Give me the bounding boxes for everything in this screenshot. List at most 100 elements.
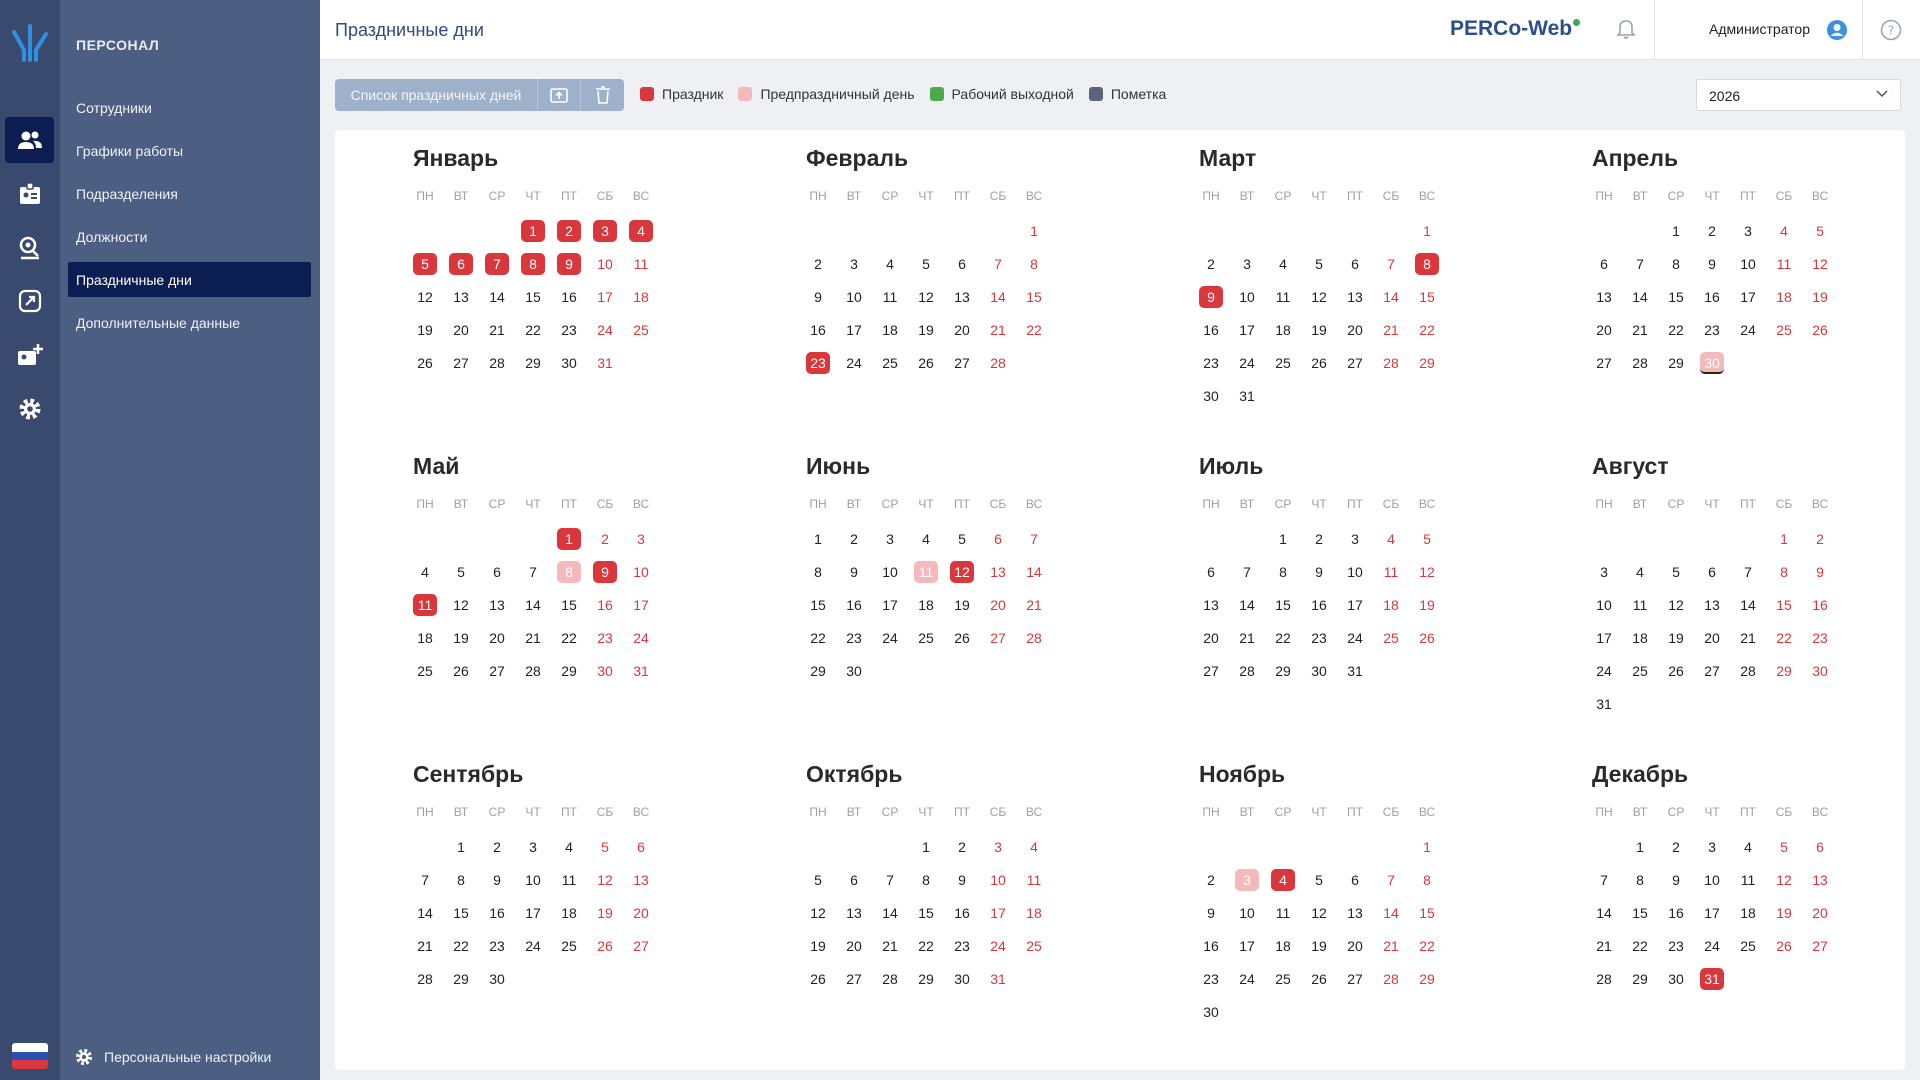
calendar-day[interactable]: 23	[1199, 968, 1223, 990]
calendar-day[interactable]: 31	[1235, 385, 1259, 407]
calendar-day[interactable]: 30	[485, 968, 509, 990]
calendar-day[interactable]: 7	[1022, 528, 1046, 550]
calendar-day[interactable]: 6	[629, 836, 653, 858]
calendar-day[interactable]: 25	[1379, 627, 1403, 649]
export-button[interactable]	[538, 79, 581, 111]
calendar-day[interactable]: 9	[1199, 902, 1223, 924]
calendar-day[interactable]: 17	[878, 594, 902, 616]
calendar-day[interactable]: 29	[806, 660, 830, 682]
calendar-day[interactable]: 16	[1700, 286, 1724, 308]
calendar-day[interactable]: 6	[1700, 561, 1724, 583]
year-select[interactable]: 2026	[1696, 79, 1901, 111]
calendar-day[interactable]: 17	[1592, 627, 1616, 649]
calendar-day[interactable]: 15	[914, 902, 938, 924]
calendar-day[interactable]: 19	[806, 935, 830, 957]
calendar-day[interactable]: 22	[1628, 935, 1652, 957]
calendar-day[interactable]: 24	[878, 627, 902, 649]
calendar-day[interactable]: 21	[485, 319, 509, 341]
calendar-day[interactable]: 14	[878, 902, 902, 924]
calendar-day[interactable]: 23	[1808, 627, 1832, 649]
calendar-day[interactable]: 28	[1022, 627, 1046, 649]
calendar-day[interactable]: 20	[485, 627, 509, 649]
calendar-day[interactable]: 14	[1235, 594, 1259, 616]
calendar-day[interactable]: 23	[806, 352, 830, 374]
calendar-day[interactable]: 19	[413, 319, 437, 341]
calendar-day[interactable]: 24	[593, 319, 617, 341]
rail-links[interactable]	[5, 278, 54, 324]
calendar-day[interactable]: 3	[521, 836, 545, 858]
calendar-day[interactable]: 11	[1628, 594, 1652, 616]
calendar-day[interactable]: 20	[449, 319, 473, 341]
calendar-day[interactable]: 12	[1664, 594, 1688, 616]
calendar-day[interactable]: 6	[1592, 253, 1616, 275]
calendar-day[interactable]: 6	[449, 253, 473, 275]
calendar-day[interactable]: 29	[914, 968, 938, 990]
calendar-day[interactable]: 7	[878, 869, 902, 891]
calendar-day[interactable]: 27	[629, 935, 653, 957]
calendar-day[interactable]: 28	[878, 968, 902, 990]
calendar-day[interactable]: 18	[878, 319, 902, 341]
help-icon[interactable]: ?	[1880, 19, 1902, 41]
calendar-day[interactable]: 4	[878, 253, 902, 275]
calendar-day[interactable]: 23	[1199, 352, 1223, 374]
calendar-day[interactable]: 2	[950, 836, 974, 858]
calendar-day[interactable]: 17	[1235, 319, 1259, 341]
calendar-day[interactable]: 16	[950, 902, 974, 924]
calendar-day[interactable]: 5	[1772, 836, 1796, 858]
calendar-day[interactable]: 8	[1271, 561, 1295, 583]
calendar-day[interactable]: 27	[485, 660, 509, 682]
calendar-day[interactable]: 13	[1592, 286, 1616, 308]
calendar-day[interactable]: 28	[986, 352, 1010, 374]
calendar-day[interactable]: 21	[878, 935, 902, 957]
calendar-day[interactable]: 9	[557, 253, 581, 275]
calendar-day[interactable]: 31	[1343, 660, 1367, 682]
calendar-day[interactable]: 4	[1736, 836, 1760, 858]
calendar-day[interactable]: 12	[1307, 902, 1331, 924]
calendar-day[interactable]: 8	[1022, 253, 1046, 275]
calendar-day[interactable]: 2	[1664, 836, 1688, 858]
calendar-day[interactable]: 25	[1271, 968, 1295, 990]
calendar-day[interactable]: 19	[1772, 902, 1796, 924]
calendar-day[interactable]: 28	[1592, 968, 1616, 990]
calendar-day[interactable]: 20	[950, 319, 974, 341]
calendar-day[interactable]: 17	[1736, 286, 1760, 308]
calendar-day[interactable]: 3	[986, 836, 1010, 858]
calendar-day[interactable]: 13	[449, 286, 473, 308]
calendar-day[interactable]: 5	[950, 528, 974, 550]
calendar-day[interactable]: 7	[1628, 253, 1652, 275]
calendar-day[interactable]: 18	[1379, 594, 1403, 616]
calendar-day[interactable]: 13	[629, 869, 653, 891]
calendar-day[interactable]: 11	[878, 286, 902, 308]
nav-item-employees[interactable]: Сотрудники	[68, 90, 311, 125]
calendar-day[interactable]: 3	[1343, 528, 1367, 550]
calendar-day[interactable]: 22	[1664, 319, 1688, 341]
calendar-day[interactable]: 1	[1628, 836, 1652, 858]
calendar-day[interactable]: 23	[593, 627, 617, 649]
calendar-day[interactable]: 5	[1664, 561, 1688, 583]
calendar-day[interactable]: 8	[914, 869, 938, 891]
calendar-day[interactable]: 7	[521, 561, 545, 583]
nav-item-positions[interactable]: Должности	[68, 219, 311, 254]
calendar-day[interactable]: 9	[1664, 869, 1688, 891]
calendar-day[interactable]: 26	[914, 352, 938, 374]
calendar-day[interactable]: 26	[1772, 935, 1796, 957]
calendar-day[interactable]: 4	[413, 561, 437, 583]
calendar-day[interactable]: 17	[842, 319, 866, 341]
language-flag-icon[interactable]	[12, 1043, 48, 1069]
calendar-day[interactable]: 10	[1235, 286, 1259, 308]
calendar-day[interactable]: 11	[413, 594, 437, 616]
calendar-day[interactable]: 14	[521, 594, 545, 616]
calendar-day[interactable]: 10	[1592, 594, 1616, 616]
calendar-day[interactable]: 28	[1736, 660, 1760, 682]
calendar-day[interactable]: 21	[1736, 627, 1760, 649]
calendar-day[interactable]: 13	[1343, 902, 1367, 924]
calendar-day[interactable]: 4	[629, 220, 653, 242]
calendar-day[interactable]: 9	[593, 561, 617, 583]
calendar-day[interactable]: 5	[593, 836, 617, 858]
calendar-day[interactable]: 10	[521, 869, 545, 891]
calendar-day[interactable]: 30	[1307, 660, 1331, 682]
calendar-day[interactable]: 5	[914, 253, 938, 275]
calendar-day[interactable]: 15	[449, 902, 473, 924]
calendar-day[interactable]: 20	[1343, 319, 1367, 341]
calendar-day[interactable]: 12	[1808, 253, 1832, 275]
